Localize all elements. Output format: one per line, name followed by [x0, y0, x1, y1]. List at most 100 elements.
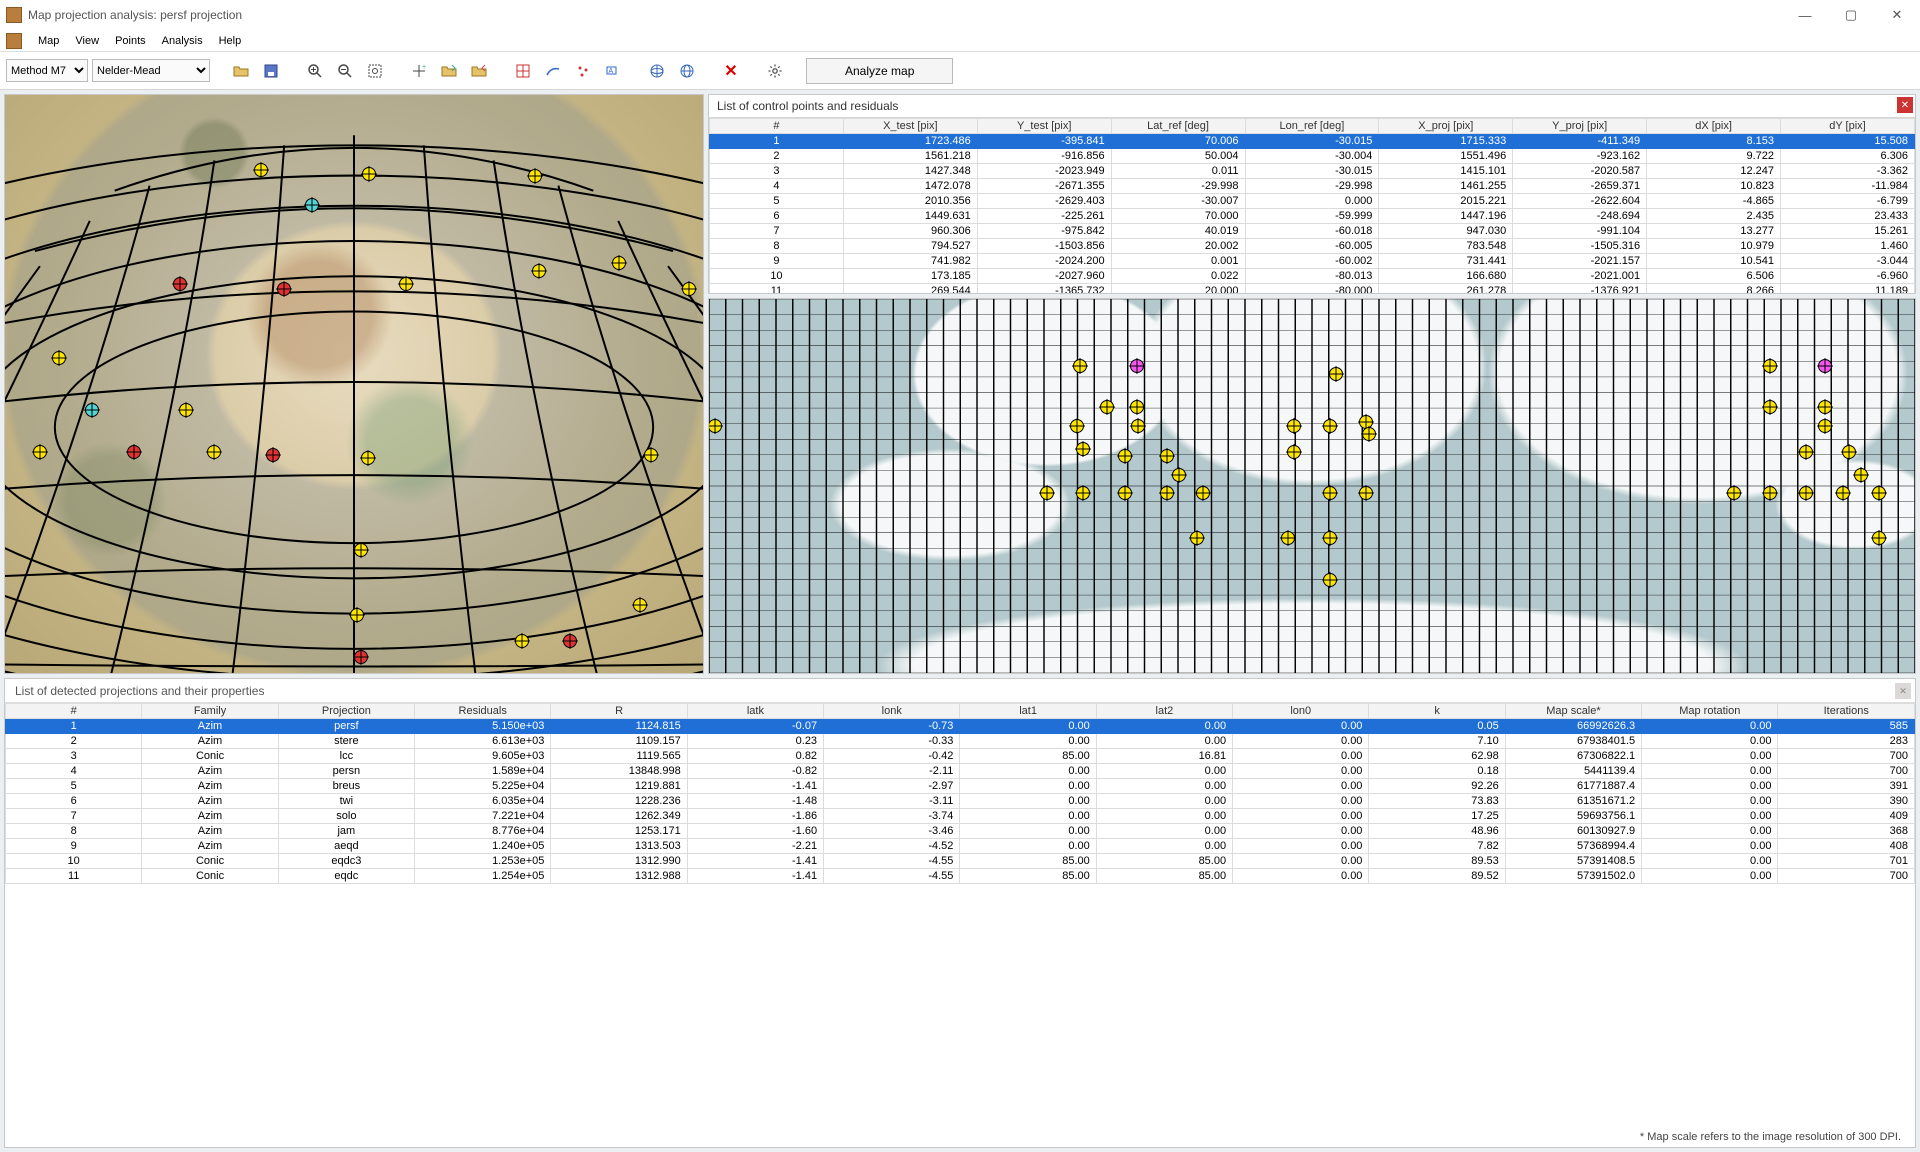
reference-point[interactable]: [1727, 486, 1741, 500]
reference-point[interactable]: [1130, 359, 1144, 373]
control-point[interactable]: [563, 634, 577, 648]
reference-point[interactable]: [1763, 359, 1777, 373]
reference-point[interactable]: [1118, 449, 1132, 463]
reference-map-view[interactable]: [709, 299, 1915, 673]
proj-row[interactable]: 4Azimpersn1.589e+0413848.998-0.82-2.110.…: [6, 764, 1915, 779]
reference-point[interactable]: [1359, 486, 1373, 500]
proj-col-header[interactable]: Projection: [278, 704, 414, 719]
reference-point[interactable]: [1323, 573, 1337, 587]
menu-map[interactable]: Map: [30, 33, 67, 49]
save-button[interactable]: [258, 58, 284, 84]
zoom-out-button[interactable]: [332, 58, 358, 84]
reference-point[interactable]: [1287, 445, 1301, 459]
globe-button[interactable]: [674, 58, 700, 84]
control-points-grid[interactable]: #X_test [pix]Y_test [pix]Lat_ref [deg]Lo…: [709, 117, 1915, 293]
globe-graticule-button[interactable]: [644, 58, 670, 84]
method-select[interactable]: Method M7: [6, 59, 88, 82]
zoom-in-button[interactable]: [302, 58, 328, 84]
reference-point[interactable]: [1196, 486, 1210, 500]
proj-row[interactable]: 7Azimsolo7.221e+041262.349-1.86-3.740.00…: [6, 809, 1915, 824]
reference-point[interactable]: [1842, 445, 1856, 459]
menu-view[interactable]: View: [67, 33, 107, 49]
proj-col-header[interactable]: latk: [687, 704, 823, 719]
control-point[interactable]: [528, 169, 542, 183]
reference-point[interactable]: [1329, 367, 1343, 381]
control-point[interactable]: [254, 163, 268, 177]
cp-row[interactable]: 41472.078-2671.355-29.998-29.9981461.255…: [710, 179, 1915, 194]
control-point[interactable]: [277, 282, 291, 296]
control-point[interactable]: [266, 448, 280, 462]
cp-row[interactable]: 21561.218-916.85650.004-30.0041551.496-9…: [710, 149, 1915, 164]
reference-point[interactable]: [1073, 359, 1087, 373]
proj-row[interactable]: 8Azimjam8.776e+041253.171-1.60-3.460.000…: [6, 824, 1915, 839]
cp-row[interactable]: 7960.306-975.84240.019-60.018947.030-991…: [710, 224, 1915, 239]
control-point[interactable]: [612, 256, 626, 270]
proj-col-header[interactable]: Map scale*: [1505, 704, 1641, 719]
menu-help[interactable]: Help: [211, 33, 250, 49]
reference-point[interactable]: [1362, 427, 1376, 441]
reference-point[interactable]: [1076, 486, 1090, 500]
reference-point[interactable]: [1160, 486, 1174, 500]
cp-col-header[interactable]: Lat_ref [deg]: [1111, 119, 1245, 134]
proj-col-header[interactable]: k: [1369, 704, 1505, 719]
reference-point[interactable]: [1131, 419, 1145, 433]
proj-col-header[interactable]: lat1: [960, 704, 1096, 719]
cp-row[interactable]: 10173.185-2027.9600.022-80.013166.680-20…: [710, 269, 1915, 284]
control-point[interactable]: [633, 598, 647, 612]
reference-point[interactable]: [1854, 468, 1868, 482]
analyze-map-button[interactable]: Analyze map: [806, 58, 953, 84]
window-maximize-button[interactable]: ▢: [1828, 0, 1874, 30]
reference-point[interactable]: [1818, 419, 1832, 433]
control-point[interactable]: [532, 264, 546, 278]
proj-col-header[interactable]: lat2: [1096, 704, 1232, 719]
cp-col-header[interactable]: Y_test [pix]: [977, 119, 1111, 134]
projections-grid[interactable]: #FamilyProjectionResidualsRlatklonklat1l…: [5, 703, 1915, 1127]
proj-row[interactable]: 1Azimpersf5.150e+031124.815-0.07-0.730.0…: [6, 719, 1915, 734]
window-minimize-button[interactable]: —: [1782, 0, 1828, 30]
control-point[interactable]: [127, 445, 141, 459]
reference-point[interactable]: [1070, 419, 1084, 433]
export-points-button[interactable]: [466, 58, 492, 84]
historical-map-view[interactable]: [5, 95, 703, 673]
control-point[interactable]: [33, 445, 47, 459]
reference-point[interactable]: [1287, 419, 1301, 433]
reference-point[interactable]: [1323, 531, 1337, 545]
cp-col-header[interactable]: #: [710, 119, 844, 134]
control-point[interactable]: [52, 351, 66, 365]
add-point-button[interactable]: +: [406, 58, 432, 84]
import-points-button[interactable]: [436, 58, 462, 84]
proj-row[interactable]: 6Azimtwi6.035e+041228.236-1.48-3.110.000…: [6, 794, 1915, 809]
cp-col-header[interactable]: dX [pix]: [1647, 119, 1781, 134]
control-point[interactable]: [305, 198, 319, 212]
reference-point[interactable]: [1100, 400, 1114, 414]
control-point[interactable]: [354, 650, 368, 664]
control-point[interactable]: [85, 403, 99, 417]
cp-row[interactable]: 11723.486-395.84170.006-30.0151715.333-4…: [710, 134, 1915, 149]
cp-col-header[interactable]: dY [pix]: [1781, 119, 1915, 134]
control-point[interactable]: [644, 448, 658, 462]
cp-col-header[interactable]: X_test [pix]: [843, 119, 977, 134]
proj-col-header[interactable]: Map rotation: [1642, 704, 1778, 719]
reference-point[interactable]: [1130, 400, 1144, 414]
control-point[interactable]: [361, 451, 375, 465]
labels-toggle-button[interactable]: A: [600, 58, 626, 84]
control-point[interactable]: [173, 277, 187, 291]
line-toggle-button[interactable]: [540, 58, 566, 84]
proj-col-header[interactable]: lon0: [1233, 704, 1369, 719]
proj-row[interactable]: 3Coniclcc9.605e+031119.5650.82-0.4285.00…: [6, 749, 1915, 764]
menu-analysis[interactable]: Analysis: [154, 33, 211, 49]
reference-point[interactable]: [1172, 468, 1186, 482]
reference-point[interactable]: [1763, 486, 1777, 500]
reference-point[interactable]: [1323, 419, 1337, 433]
proj-col-header[interactable]: Iterations: [1778, 704, 1915, 719]
control-point[interactable]: [399, 277, 413, 291]
proj-row[interactable]: 9Azimaeqd1.240e+051313.503-2.21-4.520.00…: [6, 839, 1915, 854]
reference-point[interactable]: [1281, 531, 1295, 545]
control-point[interactable]: [179, 403, 193, 417]
cp-row[interactable]: 11269.544-1365.73220.000-80.000261.278-1…: [710, 284, 1915, 294]
reference-point[interactable]: [1323, 486, 1337, 500]
reference-point[interactable]: [1118, 486, 1132, 500]
reference-point[interactable]: [1872, 486, 1886, 500]
cp-col-header[interactable]: Lon_ref [deg]: [1245, 119, 1379, 134]
projections-close-button[interactable]: ✕: [1895, 683, 1911, 699]
